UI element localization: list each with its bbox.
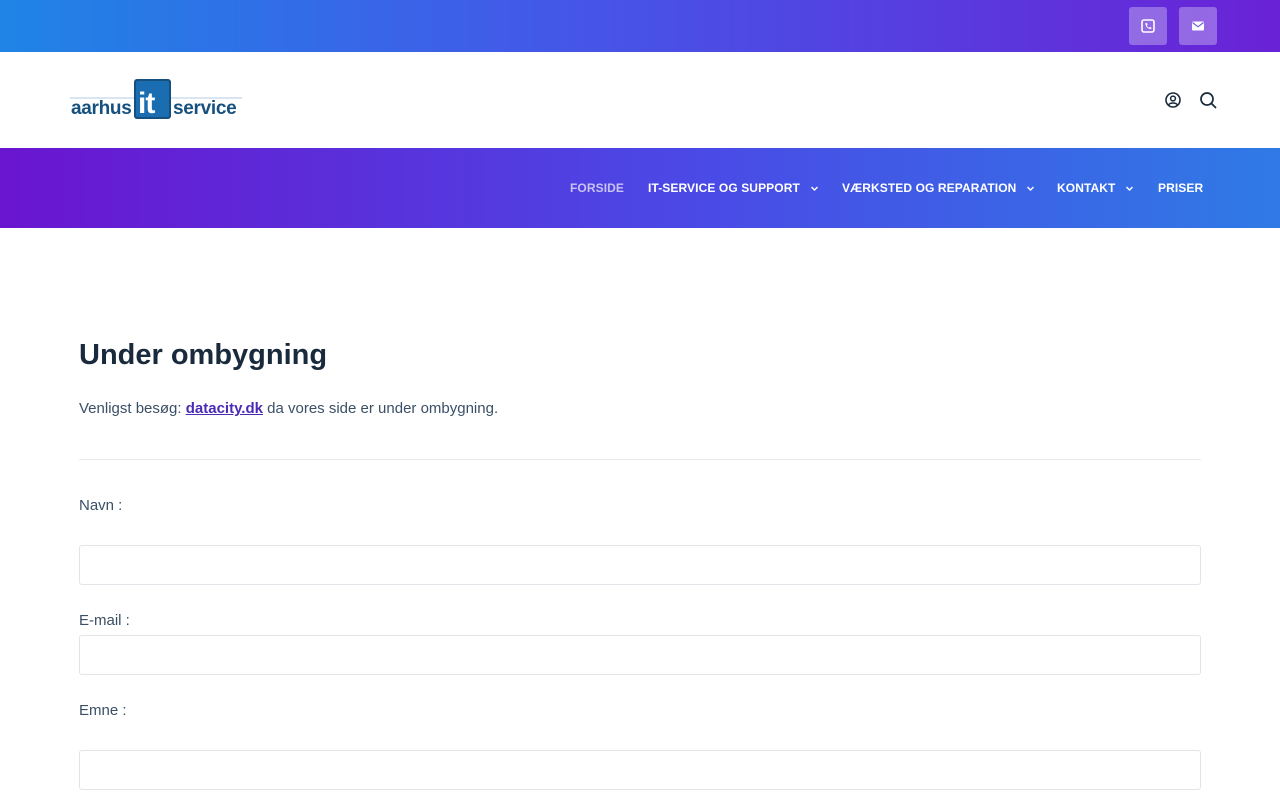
chevron-down-icon: [810, 184, 819, 193]
main-navigation: FORSIDE IT-SERVICE OG SUPPORT VÆRKSTED O…: [0, 148, 1280, 228]
nav-item-label: FORSIDE: [570, 181, 625, 195]
top-bar: [0, 0, 1280, 52]
account-button[interactable]: [1164, 91, 1182, 109]
page-title: Under ombygning: [79, 339, 328, 371]
site-header: aarhus it service: [0, 52, 1280, 148]
chevron-down-icon: [1026, 184, 1035, 193]
intro-text-before: Venligst besøg:: [79, 400, 186, 417]
nav-item-label: VÆRKSTED OG REPARATION: [842, 181, 1017, 195]
nav-item-label: KONTAKT: [1057, 181, 1116, 195]
email-field[interactable]: [79, 635, 1201, 675]
nav-item-forside[interactable]: FORSIDE: [570, 148, 624, 228]
account-icon: [1165, 92, 1181, 108]
subject-label: Emne :: [79, 702, 127, 719]
intro-text: Venligst besøg: datacity.dk da vores sid…: [79, 399, 498, 419]
svg-text:it: it: [138, 87, 155, 120]
mail-icon: [1192, 21, 1204, 31]
nav-item-label: IT-SERVICE OG SUPPORT: [648, 181, 800, 195]
subject-field[interactable]: [79, 750, 1201, 790]
chevron-down-icon: [1125, 184, 1134, 193]
nav-item-kontakt[interactable]: KONTAKT: [1057, 148, 1134, 228]
name-label: Navn :: [79, 497, 123, 514]
name-field[interactable]: [79, 545, 1201, 585]
nav-item-it-service[interactable]: IT-SERVICE OG SUPPORT: [648, 148, 819, 228]
datacity-link[interactable]: datacity.dk: [186, 400, 263, 417]
nav-item-priser[interactable]: PRISER: [1158, 148, 1203, 228]
content-divider: [79, 459, 1201, 460]
svg-text:aarhus: aarhus: [71, 98, 132, 119]
phone-icon: [1141, 19, 1155, 33]
phone-button[interactable]: [1129, 7, 1167, 45]
nav-item-vaerksted[interactable]: VÆRKSTED OG REPARATION: [842, 148, 1035, 228]
search-icon: [1200, 92, 1217, 109]
mail-button[interactable]: [1179, 7, 1217, 45]
nav-item-label: PRISER: [1158, 181, 1204, 195]
search-button[interactable]: [1199, 91, 1217, 109]
svg-text:service: service: [173, 98, 236, 119]
site-logo[interactable]: aarhus it service: [70, 76, 242, 122]
intro-text-after: da vores side er under ombygning.: [262, 400, 499, 417]
email-label: E-mail :: [79, 612, 130, 629]
